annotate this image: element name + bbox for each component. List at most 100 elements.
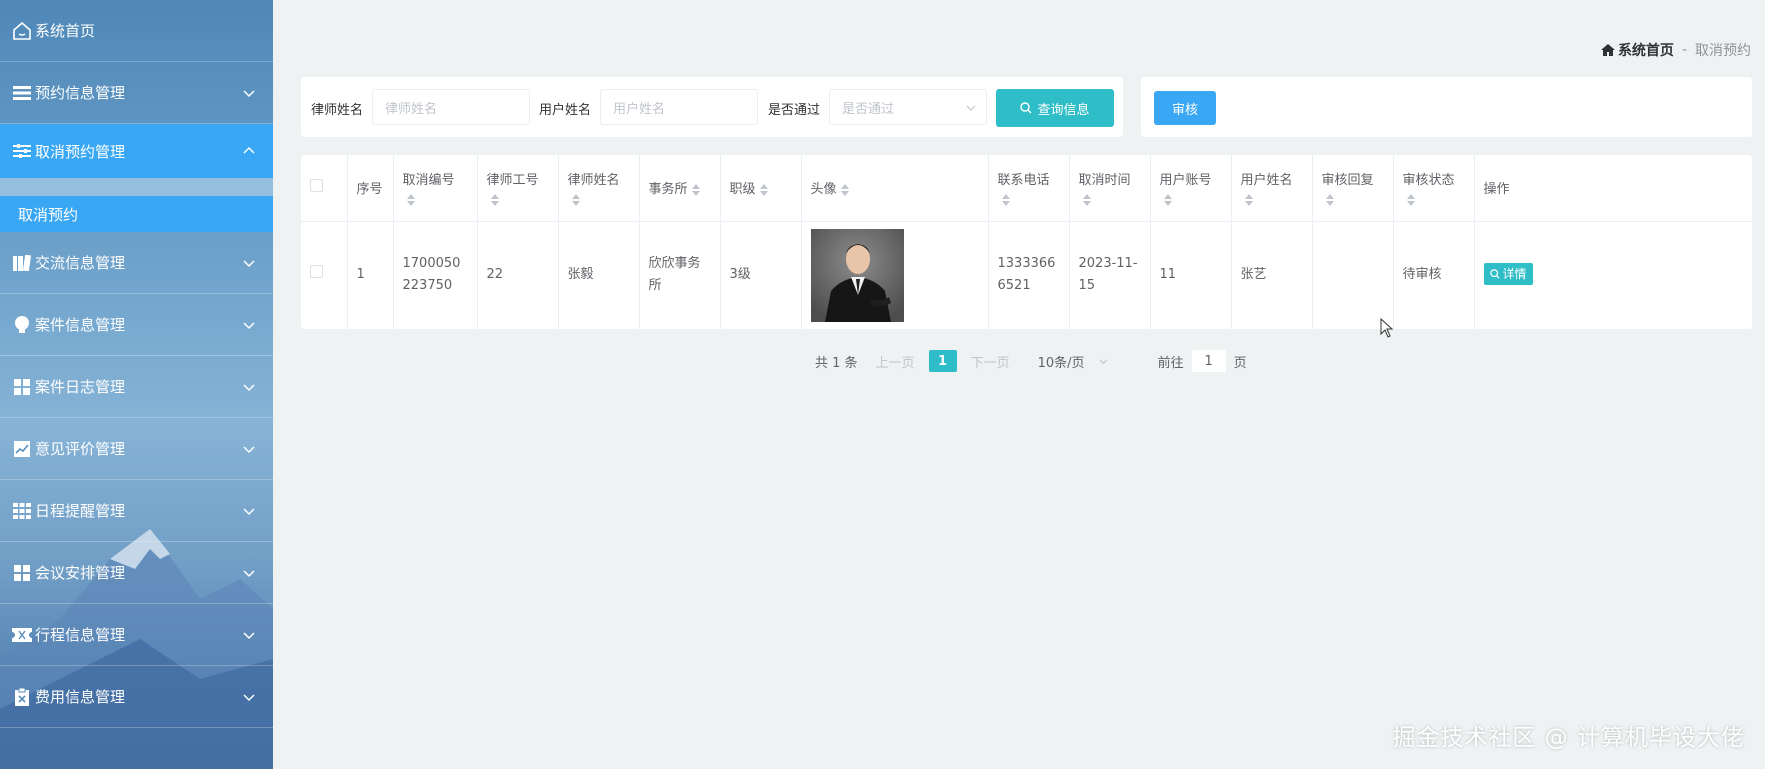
avatar bbox=[810, 228, 904, 322]
sort-icon[interactable] bbox=[1244, 194, 1253, 207]
watermark-text: 掘金技术社区 @ 计算机毕设大佬 bbox=[1392, 725, 1745, 751]
passed-select[interactable]: 是否通过 bbox=[829, 89, 987, 125]
header-index: 序号 bbox=[347, 155, 394, 222]
sidebar-item-label: 行程信息管理 bbox=[35, 626, 126, 644]
sort-icon[interactable] bbox=[1406, 194, 1415, 207]
sidebar-item-label: 会议安排管理 bbox=[35, 564, 126, 582]
sidebar-item-label: 取消预约管理 bbox=[35, 142, 126, 161]
pagination-page-1[interactable]: 1 bbox=[928, 350, 957, 372]
list-icon bbox=[12, 83, 32, 103]
lawyer-name-input[interactable]: 律师姓名 bbox=[372, 89, 530, 125]
sidebar-item-label: 案件日志管理 bbox=[35, 378, 126, 396]
chevron-down-icon bbox=[243, 321, 255, 329]
home-icon bbox=[1600, 44, 1615, 56]
header-audit-reply[interactable]: 审核回复 bbox=[1312, 155, 1394, 222]
header-lawyer-id[interactable]: 律师工号 bbox=[477, 155, 559, 222]
breadcrumb-separator: - bbox=[1681, 42, 1687, 58]
cell-audit-status: 待审核 bbox=[1393, 221, 1475, 329]
sidebar-item-case-info[interactable]: 案件信息管理 bbox=[0, 294, 273, 356]
header-label: 操作 bbox=[1483, 182, 1510, 198]
sort-icon[interactable] bbox=[1325, 194, 1334, 207]
row-checkbox[interactable] bbox=[310, 265, 323, 279]
sidebar-item-schedule-reminder[interactable]: 日程提醒管理 bbox=[0, 480, 273, 542]
header-cancel-no[interactable]: 取消编号 bbox=[393, 155, 478, 222]
breadcrumb-home-label: 系统首页 bbox=[1617, 43, 1674, 59]
sidebar-item-label: 费用信息管理 bbox=[35, 688, 126, 706]
cell-select[interactable] bbox=[301, 221, 348, 329]
chevron-down-icon bbox=[243, 89, 255, 97]
sort-icon[interactable] bbox=[759, 183, 768, 196]
sort-icon[interactable] bbox=[406, 194, 415, 207]
passed-placeholder: 是否通过 bbox=[842, 101, 895, 117]
pagination-prev-button[interactable]: 上一页 bbox=[876, 352, 915, 371]
audit-button[interactable]: 审核 bbox=[1154, 91, 1216, 125]
chevron-down-icon bbox=[243, 383, 255, 391]
chevron-down-icon bbox=[243, 693, 255, 701]
chevron-down-icon bbox=[243, 507, 255, 515]
cancel-no-value: 1700050223750 bbox=[402, 256, 461, 294]
goto-label: 前往 bbox=[1157, 355, 1184, 371]
detail-button[interactable]: 详情 bbox=[1483, 263, 1533, 286]
sidebar-item-case-log[interactable]: 案件日志管理 bbox=[0, 356, 273, 418]
sidebar: 系统首页 预约信息管理 取消预约管理 取消预约 交流信息管理 案件信息管理 案件… bbox=[0, 0, 273, 769]
sort-icon[interactable] bbox=[1001, 194, 1010, 207]
table-header-row: 序号 取消编号 律师工号 律师姓名 事务所 职级 头像 联系电话 取消时间 用户… bbox=[301, 155, 1752, 222]
sidebar-item-label: 交流信息管理 bbox=[35, 254, 126, 272]
sort-icon[interactable] bbox=[840, 183, 849, 196]
sidebar-item-label: 系统首页 bbox=[35, 22, 96, 40]
select-all-checkbox[interactable] bbox=[310, 179, 323, 193]
pagination-total: 共 1 条 bbox=[815, 355, 858, 371]
sort-icon[interactable] bbox=[1082, 194, 1091, 207]
page-size-value: 10条/页 bbox=[1037, 355, 1085, 371]
header-label: 取消时间 bbox=[1078, 173, 1131, 189]
sidebar-item-meeting[interactable]: 会议安排管理 bbox=[0, 542, 273, 604]
sidebar-subitem-cancel-appointment[interactable]: 取消预约 bbox=[0, 196, 273, 232]
lawyer-name-placeholder: 律师姓名 bbox=[385, 101, 438, 117]
sidebar-item-home[interactable]: 系统首页 bbox=[0, 0, 273, 62]
goto-suffix: 页 bbox=[1233, 355, 1247, 371]
goto-page-input[interactable]: 1 bbox=[1191, 350, 1226, 372]
chevron-down-icon bbox=[243, 259, 255, 267]
header-label: 用户姓名 bbox=[1240, 173, 1293, 189]
cell-cancel-time: 2023-11-15 bbox=[1069, 221, 1151, 329]
sidebar-item-appointment[interactable]: 预约信息管理 bbox=[0, 62, 273, 124]
chevron-down-icon bbox=[243, 631, 255, 639]
sidebar-item-cancel-appointment[interactable]: 取消预约管理 bbox=[0, 124, 273, 178]
page-size-select[interactable]: 10条/页 bbox=[1038, 352, 1128, 371]
cell-user-name: 张艺 bbox=[1231, 221, 1313, 329]
header-label: 序号 bbox=[356, 182, 383, 198]
header-select-all[interactable] bbox=[301, 155, 348, 222]
header-user-account[interactable]: 用户账号 bbox=[1150, 155, 1232, 222]
query-button[interactable]: 查询信息 bbox=[996, 89, 1114, 127]
header-user-name[interactable]: 用户姓名 bbox=[1231, 155, 1313, 222]
header-firm[interactable]: 事务所 bbox=[639, 155, 721, 222]
header-label: 头像 bbox=[810, 182, 837, 198]
sort-icon[interactable] bbox=[691, 183, 700, 196]
sidebar-item-itinerary[interactable]: 行程信息管理 bbox=[0, 604, 273, 666]
sort-icon[interactable] bbox=[571, 194, 580, 207]
cell-user-account: 11 bbox=[1150, 221, 1232, 329]
clipboard-icon bbox=[12, 687, 32, 707]
header-phone[interactable]: 联系电话 bbox=[988, 155, 1070, 222]
user-name-input[interactable]: 用户姓名 bbox=[600, 89, 758, 125]
sidebar-item-expense[interactable]: 费用信息管理 bbox=[0, 666, 273, 728]
header-avatar[interactable]: 头像 bbox=[801, 155, 989, 222]
sidebar-item-communication[interactable]: 交流信息管理 bbox=[0, 232, 273, 294]
sidebar-item-feedback[interactable]: 意见评价管理 bbox=[0, 418, 273, 480]
breadcrumb-home[interactable]: 系统首页 bbox=[1600, 40, 1674, 60]
header-label: 律师工号 bbox=[486, 173, 539, 189]
header-label: 事务所 bbox=[648, 182, 688, 198]
header-cancel-time[interactable]: 取消时间 bbox=[1069, 155, 1151, 222]
header-level[interactable]: 职级 bbox=[720, 155, 802, 222]
header-lawyer-name[interactable]: 律师姓名 bbox=[558, 155, 640, 222]
sliders-icon bbox=[12, 141, 32, 161]
pagination-next-button[interactable]: 下一页 bbox=[971, 352, 1010, 371]
sort-icon[interactable] bbox=[490, 194, 499, 207]
sidebar-item-label: 案件信息管理 bbox=[35, 316, 126, 334]
header-audit-status[interactable]: 审核状态 bbox=[1393, 155, 1475, 222]
header-label: 职级 bbox=[729, 182, 756, 198]
mouse-cursor-icon bbox=[1380, 318, 1394, 338]
sidebar-item-label: 日程提醒管理 bbox=[35, 502, 126, 520]
sort-icon[interactable] bbox=[1163, 194, 1172, 207]
chevron-down-icon bbox=[243, 445, 255, 453]
